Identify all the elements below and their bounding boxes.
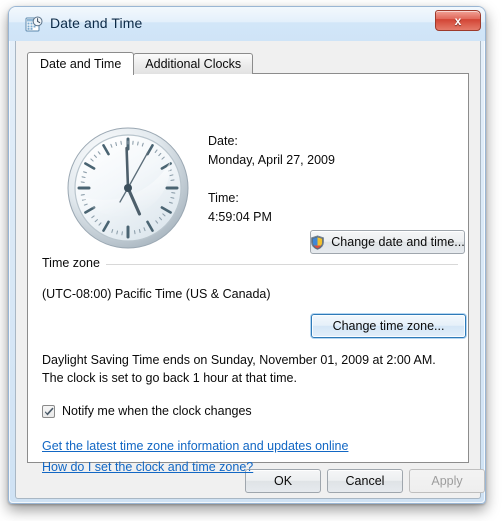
title-bar[interactable]: Date and Time x	[9, 7, 485, 41]
tab-additional-clocks[interactable]: Additional Clocks	[133, 53, 254, 74]
time-label: Time:	[208, 191, 239, 205]
timezone-update-link[interactable]: Get the latest time zone information and…	[42, 439, 348, 453]
notify-clock-changes-label: Notify me when the clock changes	[62, 404, 252, 418]
notify-clock-changes-checkbox[interactable]: Notify me when the clock changes	[42, 404, 252, 418]
checkmark-icon	[44, 407, 54, 415]
tab-panel-date-and-time: Date: Monday, April 27, 2009 Time: 4:59:…	[27, 73, 469, 474]
change-date-and-time-button[interactable]: Change date and time...	[310, 230, 465, 254]
help-set-clock-link[interactable]: How do I set the clock and time zone?	[42, 460, 253, 474]
ok-button[interactable]: OK	[245, 469, 321, 493]
uac-shield-icon	[310, 234, 325, 250]
window-title: Date and Time	[50, 15, 143, 31]
calendar-clock-icon	[25, 16, 43, 34]
daylight-saving-notice: Daylight Saving Time ends on Sunday, Nov…	[42, 353, 436, 385]
change-date-and-time-label: Change date and time...	[331, 235, 465, 249]
close-icon: x	[454, 13, 462, 28]
date-time-readout: Date: Monday, April 27, 2009 Time: 4:59:…	[208, 132, 335, 227]
close-button[interactable]: x	[435, 10, 481, 31]
timezone-group-label: Time zone	[42, 256, 106, 270]
change-time-zone-button[interactable]: Change time zone...	[311, 314, 466, 338]
date-value: Monday, April 27, 2009	[208, 153, 335, 167]
time-value: 4:59:04 PM	[208, 210, 272, 224]
analog-clock	[66, 126, 190, 250]
tab-strip: Date and Time Additional Clocks	[27, 52, 254, 75]
timezone-value: (UTC-08:00) Pacific Time (US & Canada)	[42, 287, 271, 301]
date-and-time-dialog: Date and Time x Date and Time Additional…	[8, 6, 486, 504]
cancel-button[interactable]: Cancel	[327, 469, 403, 493]
ok-button-label: OK	[273, 474, 293, 488]
timezone-group-divider	[106, 264, 458, 265]
apply-button-label: Apply	[431, 474, 463, 488]
checkbox-box	[42, 404, 55, 418]
apply-button: Apply	[409, 469, 485, 493]
date-label: Date:	[208, 134, 238, 148]
cancel-button-label: Cancel	[345, 474, 385, 488]
tab-date-and-time[interactable]: Date and Time	[27, 52, 135, 75]
desktop-background: Date and Time x Date and Time Additional…	[0, 0, 502, 521]
dialog-client-area: Date and Time Additional Clocks Date: Mo…	[15, 41, 485, 499]
change-time-zone-label: Change time zone...	[332, 319, 445, 333]
